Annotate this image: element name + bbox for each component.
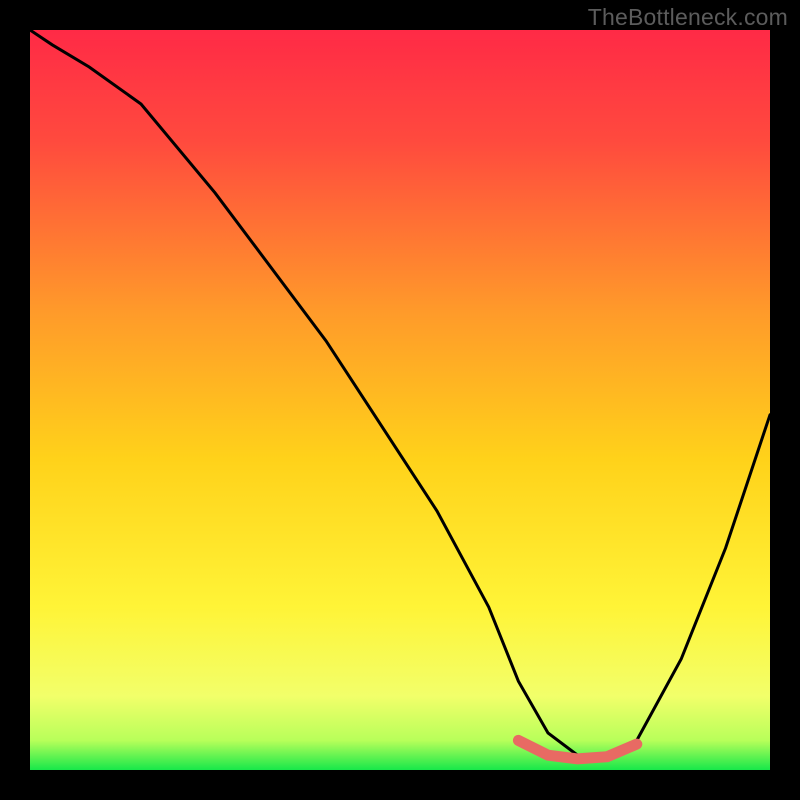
chart-svg	[30, 30, 770, 770]
watermark-text: TheBottleneck.com	[588, 4, 788, 31]
chart-frame: TheBottleneck.com	[0, 0, 800, 800]
plot-area	[30, 30, 770, 770]
gradient-background	[30, 30, 770, 770]
